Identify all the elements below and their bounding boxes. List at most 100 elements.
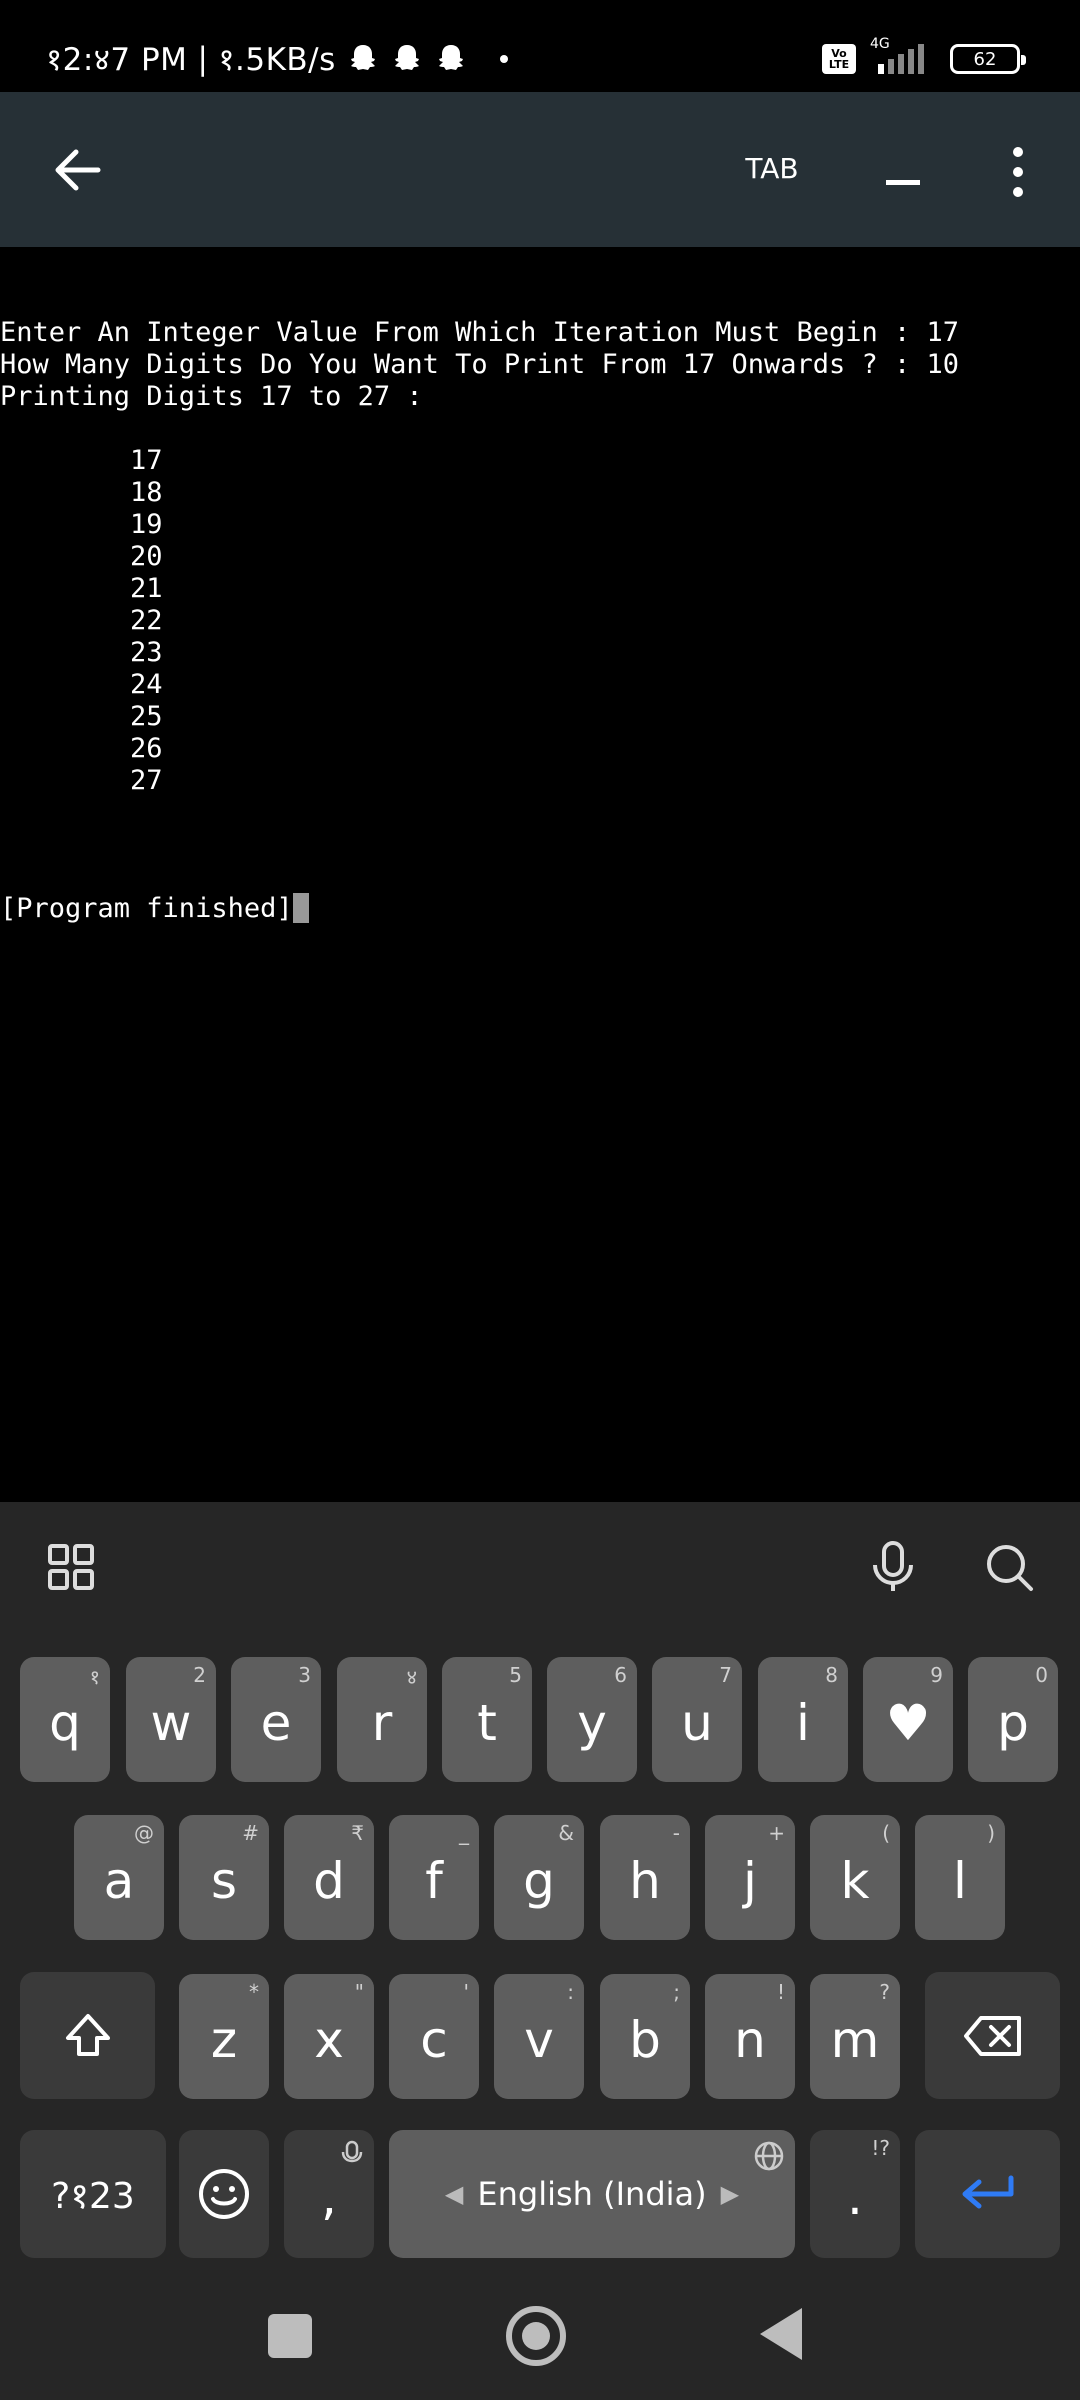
key-hint: ; (673, 1980, 680, 2004)
key-j[interactable]: + j (705, 1815, 795, 1940)
key-u[interactable]: 7u (652, 1657, 742, 1782)
terminal-output[interactable]: Enter An Integer Value From Which Iterat… (0, 247, 1080, 1502)
more-dot-icon (1013, 187, 1023, 197)
key-hint: & (558, 1821, 574, 1845)
key-label: q (49, 1693, 81, 1752)
enter-icon (962, 2175, 1013, 2209)
snapchat-icon (394, 45, 419, 70)
terminal-line: 18 (0, 477, 163, 508)
key-y[interactable]: 6y (547, 1657, 637, 1782)
terminal-cursor (292, 893, 309, 923)
volte-bottom: LTE (828, 58, 850, 71)
key-hint: ( (882, 1821, 890, 1845)
backspace-key[interactable] (925, 1972, 1060, 2099)
key-label: u (681, 1693, 713, 1752)
recents-button[interactable] (268, 2314, 312, 2358)
apps-grid-button[interactable] (36, 1532, 106, 1602)
underscore-button[interactable] (872, 152, 932, 212)
back-button[interactable] (40, 132, 116, 208)
key-z[interactable]: * z (179, 1974, 269, 2099)
terminal-line: 26 (0, 733, 163, 764)
status-bar: १2:४7 PM | १.5KB/s Vo LTE 4G 62 (0, 0, 1080, 92)
key-r[interactable]: ४r (337, 1657, 427, 1782)
terminal-line: 25 (0, 701, 163, 732)
key-h[interactable]: -h (600, 1815, 690, 1940)
nav-back-button[interactable] (760, 2308, 802, 2360)
terminal-toolbar: TAB (0, 92, 1080, 247)
home-button[interactable] (506, 2306, 566, 2366)
program-finished-text: [Program finished] (0, 893, 293, 924)
key-p[interactable]: 0p (968, 1657, 1058, 1782)
key-label: ♥ (885, 1693, 931, 1752)
key-label: f (425, 1851, 443, 1910)
key-label: d (313, 1851, 345, 1910)
key-m[interactable]: ? m (810, 1974, 900, 2099)
key-b[interactable]: ; b (600, 1974, 690, 2099)
voice-input-button[interactable] (858, 1532, 928, 1602)
key-a[interactable]: @ a (74, 1815, 164, 1940)
shift-arrow-icon (65, 2013, 110, 2056)
microphone-icon (873, 1541, 913, 1591)
snapchat-icon (350, 45, 375, 70)
status-separator: | (197, 41, 209, 77)
backspace-icon (963, 2015, 1021, 2056)
key-hint: : (567, 1980, 574, 2004)
key-e[interactable]: 3e (231, 1657, 321, 1782)
search-button[interactable] (974, 1532, 1044, 1602)
enter-key[interactable] (915, 2130, 1060, 2258)
more-options-button[interactable] (990, 134, 1046, 210)
key-hint: 0 (1035, 1663, 1048, 1687)
period-key[interactable]: !?. (810, 2130, 900, 2258)
globe-icon (754, 2141, 784, 2171)
symbols-key-label: ?१23 (51, 2175, 135, 2217)
key-g[interactable]: & g (494, 1815, 584, 1940)
key-label: b (629, 2010, 661, 2069)
grid-icon (48, 1544, 94, 1590)
key-s[interactable]: # s (179, 1815, 269, 1940)
key-k[interactable]: (k (810, 1815, 900, 1940)
key-f[interactable]: _ f (389, 1815, 479, 1940)
key-label: i (796, 1693, 810, 1752)
symbols-key[interactable]: ?१23 (20, 2130, 166, 2258)
comma-key[interactable]: , (284, 2130, 374, 2258)
emoji-key[interactable] (179, 2130, 269, 2258)
period-key-label: . (847, 2168, 863, 2226)
key-d[interactable]: ₹ d (284, 1815, 374, 1940)
key-label: x (314, 2010, 344, 2069)
key-hint: " (354, 1980, 364, 2004)
arrow-left-icon (55, 149, 101, 191)
key-o[interactable]: 9 ♥ (863, 1657, 953, 1782)
terminal-line: 27 (0, 765, 163, 796)
space-key[interactable]: ◀ English (India) ▶ (389, 2130, 795, 2258)
battery-level: 62 (973, 48, 997, 70)
key-hint: # (242, 1821, 259, 1845)
key-t[interactable]: 5t (442, 1657, 532, 1782)
key-hint: ४ (406, 1665, 417, 1689)
status-right: Vo LTE 4G 62 (822, 36, 1026, 76)
key-w[interactable]: 2w (126, 1657, 216, 1782)
key-hint: 3 (298, 1663, 311, 1687)
language-left-arrow-icon: ◀ (444, 2180, 464, 2208)
smiley-icon (199, 2169, 249, 2219)
key-hint: 2 (193, 1663, 206, 1687)
key-x[interactable]: " x (284, 1974, 374, 2099)
key-label: p (997, 1693, 1029, 1752)
key-label: l (953, 1851, 967, 1910)
key-label: v (524, 2010, 554, 2069)
key-n[interactable]: ! n (705, 1974, 795, 2099)
key-hint: !? (871, 2136, 890, 2160)
key-i[interactable]: 8i (758, 1657, 848, 1782)
key-v[interactable]: :v (494, 1974, 584, 2099)
key-hint: ? (879, 1980, 890, 2004)
key-q[interactable]: १q (20, 1657, 110, 1782)
key-label: a (103, 1851, 135, 1910)
tab-button[interactable]: TAB (712, 144, 832, 194)
key-label: t (477, 1693, 497, 1752)
key-c[interactable]: ' c (389, 1974, 479, 2099)
key-label: r (371, 1693, 393, 1752)
key-l[interactable]: ) l (915, 1815, 1005, 1940)
key-label: e (260, 1693, 292, 1752)
key-hint: 5 (509, 1663, 522, 1687)
shift-key[interactable] (20, 1972, 155, 2099)
clock: १2:४7 PM (46, 42, 188, 78)
